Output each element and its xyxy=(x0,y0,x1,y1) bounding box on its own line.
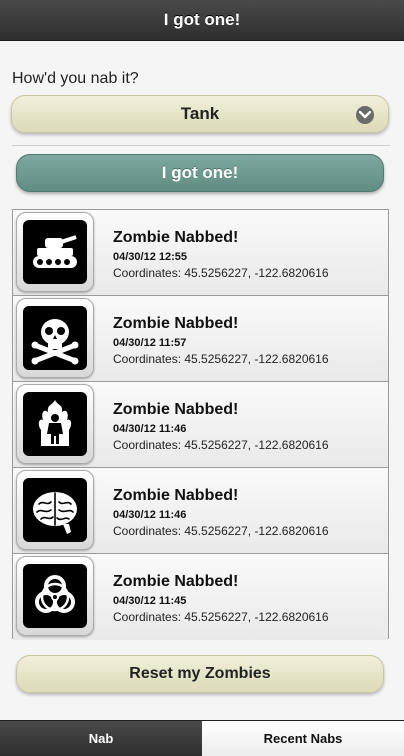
nab-date: 04/30/12 11:57 xyxy=(113,337,187,349)
main-content: How'd you nab it? Tank I got one! Zombie… xyxy=(0,41,404,720)
method-question-label: How'd you nab it? xyxy=(12,70,139,87)
list-item[interactable]: Zombie Nabbed! 04/30/12 12:55 Coordinate… xyxy=(13,210,388,296)
method-select-value: Tank xyxy=(180,104,220,123)
thumbnail xyxy=(16,470,94,550)
list-item[interactable]: Zombie Nabbed! 04/30/12 11:57 Coordinate… xyxy=(13,296,388,382)
divider xyxy=(12,145,390,146)
tab-recent-nabs[interactable]: Recent Nabs xyxy=(202,721,404,756)
header-bar: I got one! xyxy=(0,0,404,41)
nab-coordinates: Coordinates: 45.5256227, -122.6820616 xyxy=(113,266,329,280)
thumbnail xyxy=(16,384,94,464)
tab-bar: Nab Recent Nabs xyxy=(0,720,404,756)
nab-coordinates: Coordinates: 45.5256227, -122.6820616 xyxy=(113,438,329,452)
tab-nab[interactable]: Nab xyxy=(0,721,202,756)
nab-title: Zombie Nabbed! xyxy=(113,315,239,332)
method-select[interactable]: Tank xyxy=(11,95,389,133)
list-item[interactable]: Zombie Nabbed! 04/30/12 11:46 Coordinate… xyxy=(13,382,388,468)
nab-title: Zombie Nabbed! xyxy=(113,229,239,246)
nab-title: Zombie Nabbed! xyxy=(113,487,239,504)
biohazard-icon xyxy=(35,575,75,613)
nab-coordinates: Coordinates: 45.5256227, -122.6820616 xyxy=(113,610,329,624)
nab-date: 04/30/12 11:45 xyxy=(113,595,187,607)
page-title: I got one! xyxy=(163,10,241,29)
nab-coordinates: Coordinates: 45.5256227, -122.6820616 xyxy=(113,524,329,538)
skull-crossbones-icon xyxy=(31,319,79,365)
thumbnail xyxy=(16,298,94,378)
nab-title: Zombie Nabbed! xyxy=(113,401,239,418)
fire-figure-icon xyxy=(38,400,72,446)
thumbnail xyxy=(16,212,94,292)
nab-date: 04/30/12 11:46 xyxy=(113,423,187,435)
chevron-down-icon xyxy=(356,106,374,124)
list-item[interactable]: Zombie Nabbed! 04/30/12 11:45 Coordinate… xyxy=(13,554,388,640)
nab-coordinates: Coordinates: 45.5256227, -122.6820616 xyxy=(113,352,329,366)
nab-date: 04/30/12 11:46 xyxy=(113,509,187,521)
nab-list: Zombie Nabbed! 04/30/12 12:55 Coordinate… xyxy=(12,209,389,640)
thumbnail xyxy=(16,556,94,636)
brain-icon xyxy=(33,492,77,534)
reset-zombies-button[interactable]: Reset my Zombies xyxy=(16,655,384,693)
nab-title: Zombie Nabbed! xyxy=(113,573,239,590)
tank-icon xyxy=(33,235,77,268)
list-item[interactable]: Zombie Nabbed! 04/30/12 11:46 Coordinate… xyxy=(13,468,388,554)
i-got-one-button[interactable]: I got one! xyxy=(16,154,384,192)
nab-date: 04/30/12 12:55 xyxy=(113,251,188,263)
